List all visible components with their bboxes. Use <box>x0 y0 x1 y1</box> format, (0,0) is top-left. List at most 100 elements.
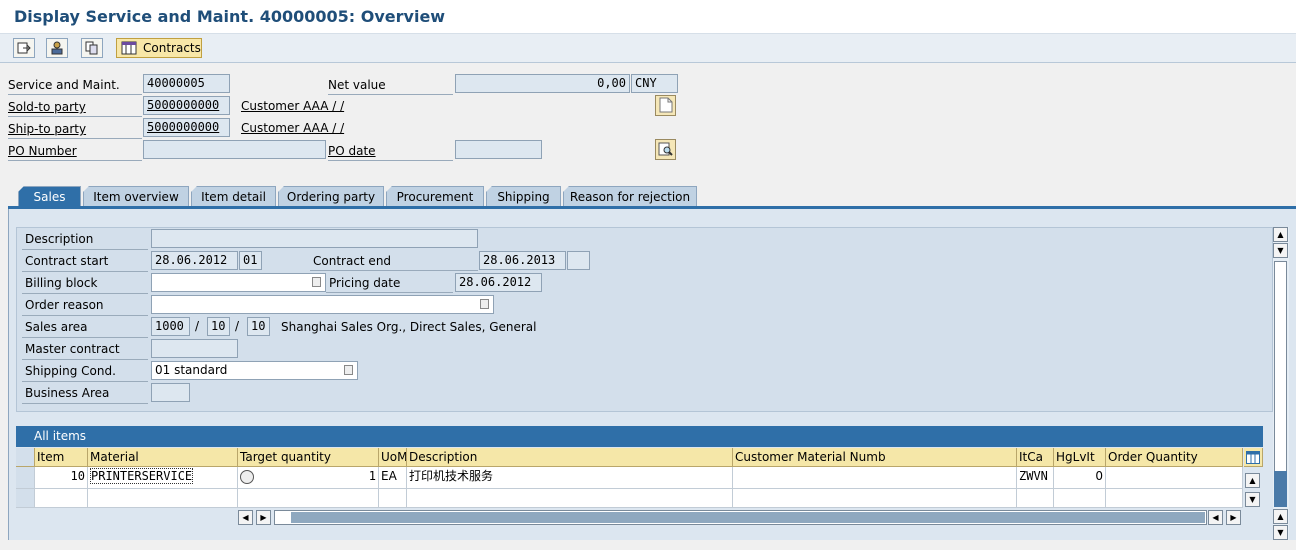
table-horizontal-scrollbar[interactable]: ◀ ▶ ◀ ▶ <box>238 510 1243 525</box>
table-cell-empty[interactable] <box>1106 489 1243 508</box>
dropdown-icon[interactable] <box>312 277 321 287</box>
scroll-thumb[interactable] <box>1274 471 1287 507</box>
partner-button[interactable] <box>46 38 68 58</box>
tab-item-detail[interactable]: Item detail <box>191 186 276 207</box>
table-cell-material[interactable]: PRINTERSERVICE <box>88 467 238 489</box>
select-all-cell[interactable] <box>16 448 35 467</box>
master-contract-label: Master contract <box>22 339 148 360</box>
shipping-cond-label: Shipping Cond. <box>22 361 148 382</box>
contracts-button[interactable]: Contracts <box>116 38 202 58</box>
display-change-button[interactable] <box>13 38 35 58</box>
scroll-up-icon[interactable]: ▲ <box>1273 509 1288 524</box>
title-bar: Display Service and Maint. 40000005: Ove… <box>0 0 1296 34</box>
col-header-itca[interactable]: ItCa <box>1017 448 1054 467</box>
details-icon[interactable] <box>240 470 254 484</box>
table-cell-customer-material[interactable] <box>733 467 1017 489</box>
scroll-thumb[interactable] <box>291 512 1205 523</box>
header-text-button[interactable] <box>655 95 676 116</box>
contract-end-rule-field[interactable] <box>567 251 590 270</box>
business-area-field[interactable] <box>151 383 190 402</box>
master-contract-field[interactable] <box>151 339 238 358</box>
tab-procurement[interactable]: Procurement <box>386 186 484 207</box>
table-cell-order-quantity[interactable] <box>1106 467 1243 489</box>
table-cell-empty[interactable] <box>733 489 1017 508</box>
sales-org-field[interactable]: 1000 <box>151 317 190 336</box>
row-selector[interactable] <box>16 467 35 489</box>
display-document-button[interactable] <box>655 139 676 160</box>
description-field[interactable] <box>151 229 478 248</box>
scroll-left-icon[interactable]: ◀ <box>1208 510 1223 525</box>
po-date-field[interactable] <box>455 140 542 159</box>
table-scroll-up-icon[interactable]: ▲ <box>1245 473 1260 488</box>
sold-to-label[interactable]: Sold-to party <box>8 97 142 117</box>
dropdown-icon[interactable] <box>344 365 353 375</box>
table-cell-empty[interactable] <box>238 489 379 508</box>
col-header-material[interactable]: Material <box>88 448 238 467</box>
division-field[interactable]: 10 <box>247 317 270 336</box>
billing-block-label: Billing block <box>22 273 148 294</box>
service-number-field[interactable]: 40000005 <box>143 74 230 93</box>
table-cell-empty[interactable] <box>1017 489 1054 508</box>
po-number-field[interactable] <box>143 140 326 159</box>
sold-to-field[interactable]: 5000000000 <box>143 96 230 115</box>
scroll-up-icon[interactable]: ▲ <box>1273 227 1288 242</box>
row-selector[interactable] <box>16 489 35 508</box>
document-flow-button[interactable] <box>81 38 103 58</box>
scroll-down-icon[interactable]: ▼ <box>1273 243 1288 258</box>
col-header-item[interactable]: Item <box>35 448 88 467</box>
currency-field[interactable]: CNY <box>631 74 678 93</box>
dropdown-icon[interactable] <box>480 299 489 309</box>
sales-area-description: Shanghai Sales Org., Direct Sales, Gener… <box>281 320 537 334</box>
table-cell-empty[interactable] <box>35 489 88 508</box>
table-cell-uom[interactable]: EA <box>379 467 407 489</box>
ship-to-field[interactable]: 5000000000 <box>143 118 230 137</box>
po-date-label[interactable]: PO date <box>328 141 453 161</box>
order-reason-dropdown[interactable] <box>151 295 494 314</box>
scroll-down-icon[interactable]: ▼ <box>1273 525 1288 540</box>
shipping-cond-dropdown[interactable]: 01 standard <box>151 361 358 380</box>
table-cell-empty[interactable] <box>379 489 407 508</box>
ship-to-label[interactable]: Ship-to party <box>8 119 142 139</box>
table-scroll-down-icon[interactable]: ▼ <box>1245 492 1260 507</box>
net-value-label: Net value <box>328 75 453 95</box>
col-header-order-quantity[interactable]: Order Quantity <box>1106 448 1243 467</box>
net-value-field[interactable]: 0,00 <box>455 74 630 93</box>
pricing-date-field[interactable]: 28.06.2012 <box>455 273 542 292</box>
tab-reason-for-rejection[interactable]: Reason for rejection <box>563 186 697 207</box>
items-table-title-bar: All items <box>16 426 1263 447</box>
tab-ordering-party[interactable]: Ordering party <box>278 186 384 207</box>
sold-to-name[interactable]: Customer AAA / / <box>241 97 344 115</box>
scroll-right-icon[interactable]: ▶ <box>1226 510 1241 525</box>
contract-start-rule-field[interactable]: 01 <box>239 251 262 270</box>
table-settings-button[interactable] <box>1244 448 1263 467</box>
contracts-icon <box>121 41 137 55</box>
person-icon <box>51 41 63 55</box>
table-cell-hglvit[interactable]: 0 <box>1054 467 1106 489</box>
ship-to-name[interactable]: Customer AAA / / <box>241 119 344 137</box>
scroll-right-icon[interactable]: ▶ <box>256 510 271 525</box>
table-cell-target-quantity[interactable]: 1 <box>238 467 379 489</box>
table-cell-empty[interactable] <box>88 489 238 508</box>
col-header-uom[interactable]: UoM <box>379 448 407 467</box>
contracts-label: Contracts <box>143 41 201 55</box>
table-cell-itca[interactable]: ZWVN <box>1017 467 1054 489</box>
distribution-channel-field[interactable]: 10 <box>207 317 230 336</box>
scroll-track[interactable] <box>1274 261 1287 505</box>
vertical-scrollbar[interactable]: ▲ ▼ ▲ ▼ <box>1273 227 1289 540</box>
tab-shipping[interactable]: Shipping <box>486 186 561 207</box>
col-header-customer-material[interactable]: Customer Material Numb <box>733 448 1017 467</box>
contract-start-field[interactable]: 28.06.2012 <box>151 251 238 270</box>
po-number-label[interactable]: PO Number <box>8 141 142 161</box>
col-header-target-quantity[interactable]: Target quantity <box>238 448 379 467</box>
scroll-left-icon[interactable]: ◀ <box>238 510 253 525</box>
table-cell-description[interactable]: 打印机技术服务 <box>407 467 733 489</box>
table-cell-item[interactable]: 10 <box>35 467 88 489</box>
table-cell-empty[interactable] <box>407 489 733 508</box>
tab-item-overview[interactable]: Item overview <box>83 186 189 207</box>
billing-block-dropdown[interactable] <box>151 273 326 292</box>
tab-sales[interactable]: Sales <box>18 186 81 207</box>
col-header-description[interactable]: Description <box>407 448 733 467</box>
contract-end-field[interactable]: 28.06.2013 <box>479 251 566 270</box>
table-cell-empty[interactable] <box>1054 489 1106 508</box>
col-header-hglvit[interactable]: HgLvIt <box>1054 448 1106 467</box>
